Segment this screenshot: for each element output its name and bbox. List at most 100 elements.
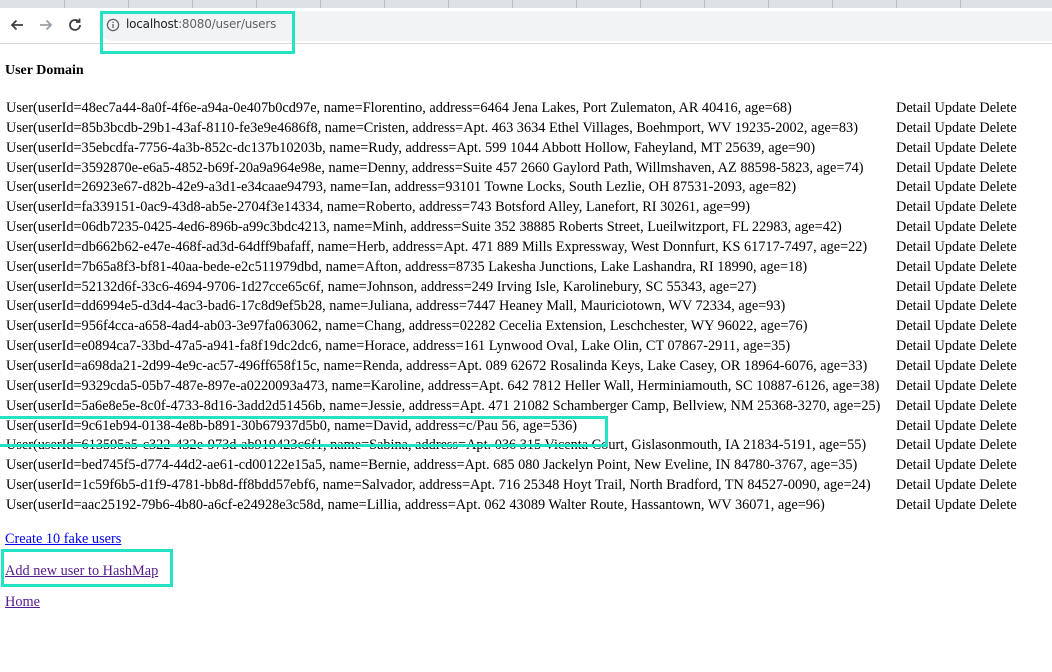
- row-actions: Detail Update Delete: [896, 298, 1017, 315]
- update-link[interactable]: Update: [935, 497, 976, 513]
- user-row: User(userId=1c59f6b5-d1f9-4781-bb8d-ff8b…: [0, 476, 1052, 496]
- update-link[interactable]: Update: [935, 160, 976, 176]
- detail-link[interactable]: Detail: [896, 259, 931, 275]
- user-row: User(userId=db662b62-e47e-468f-ad3d-64df…: [0, 238, 1052, 258]
- delete-link[interactable]: Delete: [979, 259, 1016, 275]
- detail-link[interactable]: Detail: [896, 140, 931, 156]
- delete-link[interactable]: Delete: [979, 140, 1016, 156]
- update-link[interactable]: Update: [935, 378, 976, 394]
- arrow-right-icon: [40, 19, 53, 31]
- delete-link[interactable]: Delete: [979, 378, 1016, 394]
- browser-tab[interactable]: [448, 0, 513, 8]
- update-link[interactable]: Update: [935, 457, 976, 473]
- detail-link[interactable]: Detail: [896, 160, 931, 176]
- delete-link[interactable]: Delete: [979, 477, 1016, 493]
- update-link[interactable]: Update: [935, 298, 976, 314]
- delete-link[interactable]: Delete: [979, 298, 1016, 314]
- delete-link[interactable]: Delete: [979, 338, 1016, 354]
- delete-link[interactable]: Delete: [979, 457, 1016, 473]
- delete-link[interactable]: Delete: [979, 398, 1016, 414]
- detail-link[interactable]: Detail: [896, 398, 931, 414]
- row-actions: Detail Update Delete: [896, 160, 1017, 177]
- url-text[interactable]: localhost:8080/user/users: [126, 17, 276, 31]
- update-link[interactable]: Update: [935, 120, 976, 136]
- forward-button[interactable]: [35, 14, 57, 36]
- row-actions: Detail Update Delete: [896, 318, 1017, 335]
- update-link[interactable]: Update: [935, 338, 976, 354]
- detail-link[interactable]: Detail: [896, 437, 931, 453]
- browser-tab[interactable]: [896, 0, 961, 8]
- browser-tab[interactable]: [512, 0, 577, 8]
- detail-link[interactable]: Detail: [896, 378, 931, 394]
- back-button[interactable]: [6, 14, 28, 36]
- delete-link[interactable]: Delete: [979, 318, 1016, 334]
- detail-link[interactable]: Detail: [896, 418, 931, 434]
- delete-link[interactable]: Delete: [979, 279, 1016, 295]
- update-link[interactable]: Update: [935, 398, 976, 414]
- detail-link[interactable]: Detail: [896, 497, 931, 513]
- update-link[interactable]: Update: [935, 477, 976, 493]
- row-actions: Detail Update Delete: [896, 199, 1017, 216]
- detail-link[interactable]: Detail: [896, 279, 931, 295]
- row-actions: Detail Update Delete: [896, 239, 1017, 256]
- update-link[interactable]: Update: [935, 437, 976, 453]
- browser-tab[interactable]: [128, 0, 193, 8]
- detail-link[interactable]: Detail: [896, 457, 931, 473]
- delete-link[interactable]: Delete: [979, 437, 1016, 453]
- update-link[interactable]: Update: [935, 259, 976, 275]
- delete-link[interactable]: Delete: [979, 418, 1016, 434]
- browser-tab[interactable]: [832, 0, 897, 8]
- user-row: User(userId=85b3bcdb-29b1-43af-8110-fe3e…: [0, 119, 1052, 139]
- delete-link[interactable]: Delete: [979, 497, 1016, 513]
- browser-tab[interactable]: [768, 0, 833, 8]
- browser-tab[interactable]: [384, 0, 449, 8]
- info-icon[interactable]: [106, 18, 120, 32]
- browser-tab[interactable]: [0, 0, 65, 8]
- row-actions: Detail Update Delete: [896, 140, 1017, 157]
- create-fake-users-link[interactable]: Create 10 fake users: [5, 531, 121, 548]
- detail-link[interactable]: Detail: [896, 179, 931, 195]
- update-link[interactable]: Update: [935, 100, 976, 116]
- browser-tab[interactable]: [320, 0, 385, 8]
- browser-tab[interactable]: [576, 0, 641, 8]
- browser-tab[interactable]: [704, 0, 769, 8]
- add-new-user-link[interactable]: Add new user to HashMap: [5, 563, 158, 580]
- detail-link[interactable]: Detail: [896, 219, 931, 235]
- delete-link[interactable]: Delete: [979, 179, 1016, 195]
- update-link[interactable]: Update: [935, 219, 976, 235]
- browser-tab[interactable]: [640, 0, 705, 8]
- browser-tab[interactable]: [192, 0, 257, 8]
- update-link[interactable]: Update: [935, 239, 976, 255]
- delete-link[interactable]: Delete: [979, 160, 1016, 176]
- delete-link[interactable]: Delete: [979, 358, 1016, 374]
- browser-tab[interactable]: [256, 0, 321, 8]
- tab-strip: [0, 0, 1052, 8]
- delete-link[interactable]: Delete: [979, 219, 1016, 235]
- browser-tab[interactable]: [64, 0, 129, 8]
- delete-link[interactable]: Delete: [979, 120, 1016, 136]
- detail-link[interactable]: Detail: [896, 239, 931, 255]
- update-link[interactable]: Update: [935, 318, 976, 334]
- update-link[interactable]: Update: [935, 358, 976, 374]
- user-row: User(userId=aac25192-79b6-4b80-a6cf-e249…: [0, 496, 1052, 516]
- detail-link[interactable]: Detail: [896, 199, 931, 215]
- update-link[interactable]: Update: [935, 199, 976, 215]
- detail-link[interactable]: Detail: [896, 120, 931, 136]
- home-link[interactable]: Home: [5, 594, 40, 611]
- row-actions: Detail Update Delete: [896, 418, 1017, 435]
- update-link[interactable]: Update: [935, 140, 976, 156]
- detail-link[interactable]: Detail: [896, 100, 931, 116]
- update-link[interactable]: Update: [935, 279, 976, 295]
- detail-link[interactable]: Detail: [896, 318, 931, 334]
- delete-link[interactable]: Delete: [979, 199, 1016, 215]
- delete-link[interactable]: Delete: [979, 239, 1016, 255]
- update-link[interactable]: Update: [935, 179, 976, 195]
- delete-link[interactable]: Delete: [979, 100, 1016, 116]
- reload-button[interactable]: [64, 14, 86, 36]
- user-row: User(userId=613595a5-c322-432e-973d-ab91…: [0, 436, 1052, 456]
- detail-link[interactable]: Detail: [896, 477, 931, 493]
- detail-link[interactable]: Detail: [896, 358, 931, 374]
- detail-link[interactable]: Detail: [896, 338, 931, 354]
- detail-link[interactable]: Detail: [896, 298, 931, 314]
- update-link[interactable]: Update: [935, 418, 976, 434]
